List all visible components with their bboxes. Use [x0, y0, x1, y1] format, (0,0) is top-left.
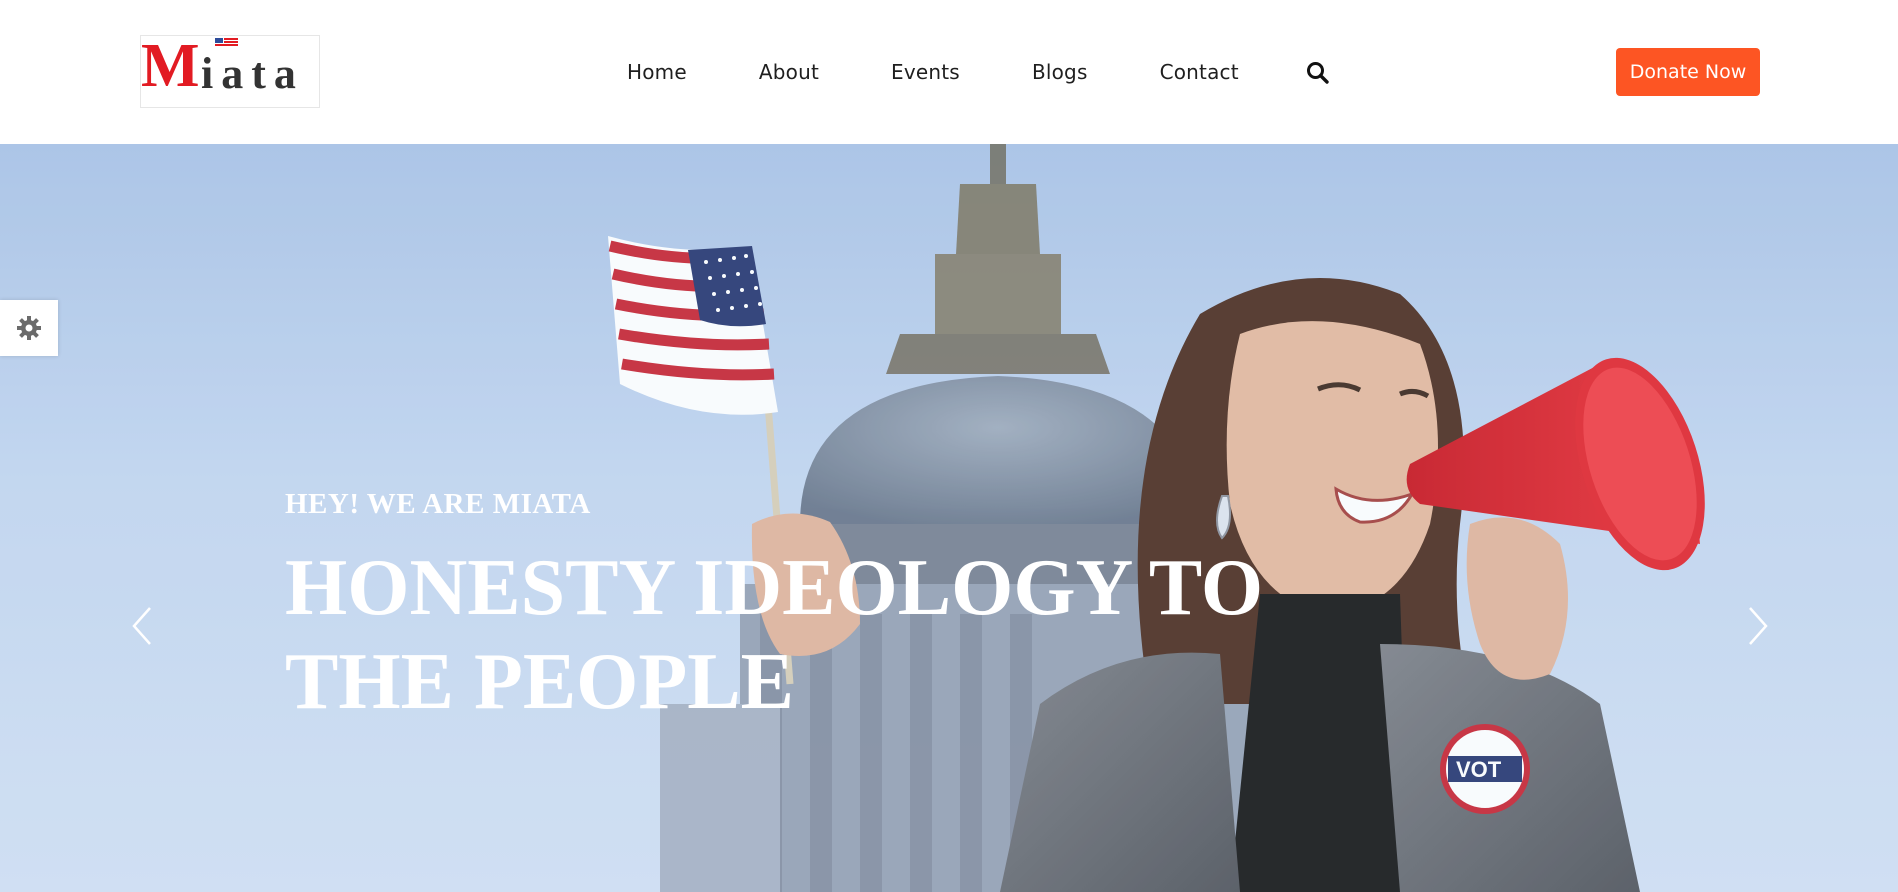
hero-caption: HEY! WE ARE MIATA HONESTY IDEOLOGY TO TH…	[285, 488, 1385, 729]
slider-prev-button[interactable]	[128, 604, 158, 648]
nav-events[interactable]: Events	[891, 60, 960, 84]
miata-logo-icon: M iata	[141, 36, 304, 100]
nav-about[interactable]: About	[759, 60, 819, 84]
nav-blogs[interactable]: Blogs	[1032, 60, 1088, 84]
hero-slider: VOT HEY! WE ARE MIATA HONESTY IDEOLOGY T…	[0, 144, 1898, 892]
hero-headline-line2: THE PEOPLE	[285, 638, 794, 726]
chevron-left-icon	[132, 607, 151, 645]
gear-icon	[17, 316, 41, 340]
search-icon[interactable]	[1305, 60, 1331, 86]
settings-toggle[interactable]	[0, 300, 58, 356]
nav-home[interactable]: Home	[627, 60, 687, 84]
hero-headline: HONESTY IDEOLOGY TO THE PEOPLE	[285, 541, 1305, 729]
svg-text:iata: iata	[201, 49, 304, 98]
svg-text:M: M	[141, 36, 200, 100]
slider-next-button[interactable]	[1742, 604, 1772, 648]
site-logo[interactable]: M iata	[140, 35, 320, 108]
chevron-right-icon	[1749, 607, 1768, 645]
nav-contact[interactable]: Contact	[1160, 60, 1239, 84]
main-nav: Home About Events Blogs Contact	[600, 52, 1311, 92]
hero-kicker: HEY! WE ARE MIATA	[285, 488, 591, 520]
hero-headline-line1: HONESTY IDEOLOGY TO	[285, 544, 1264, 632]
donate-button[interactable]: Donate Now	[1616, 48, 1760, 96]
site-header: M iata Home About Events Blogs Contact D…	[0, 0, 1898, 144]
